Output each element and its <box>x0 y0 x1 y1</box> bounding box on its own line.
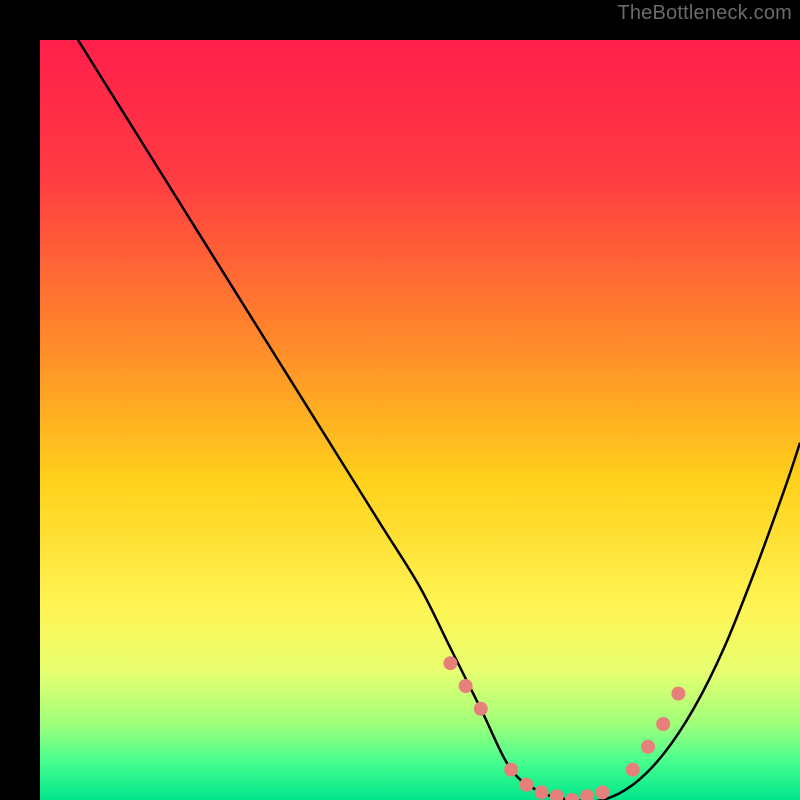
watermark-text: TheBottleneck.com <box>617 2 792 24</box>
highlight-dot <box>519 778 533 792</box>
highlight-dot <box>656 717 670 731</box>
chart-frame <box>20 20 780 780</box>
highlight-dot <box>459 679 473 693</box>
highlight-dot <box>595 785 609 799</box>
gradient-bg <box>40 40 800 800</box>
highlight-dot <box>443 656 457 670</box>
highlight-dot <box>474 702 488 716</box>
highlight-dot <box>504 763 518 777</box>
bottleneck-chart <box>40 40 800 800</box>
highlight-dot <box>671 687 685 701</box>
watermark: TheBottleneck.com <box>617 2 792 25</box>
highlight-dot <box>535 785 549 799</box>
highlight-dot <box>641 740 655 754</box>
highlight-dot <box>626 763 640 777</box>
